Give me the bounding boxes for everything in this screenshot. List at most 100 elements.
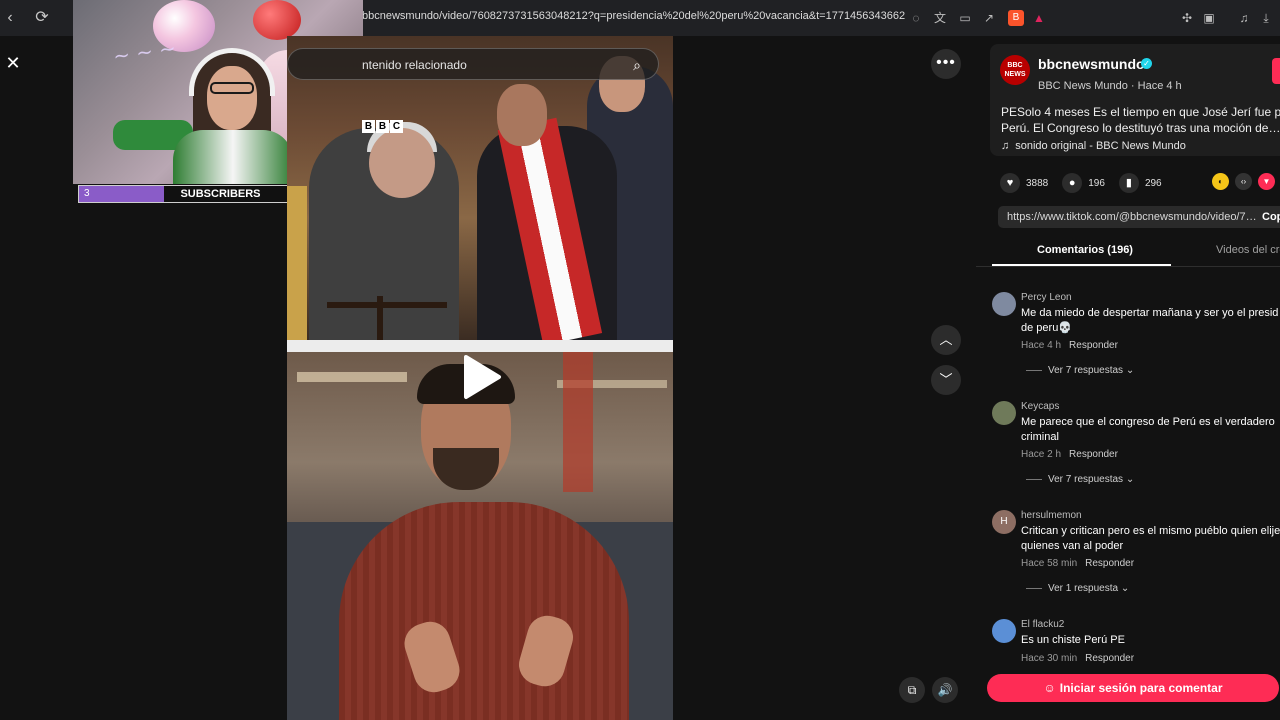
eye-slash-icon[interactable]: ◌ [908, 10, 924, 26]
cast-icon[interactable]: ▭ [957, 10, 973, 26]
description-line: Perú. El Congreso lo destituyó tras una … [1001, 121, 1280, 135]
replies-dash [1026, 587, 1042, 589]
chevron-down-icon[interactable]: ﹀ [931, 365, 961, 395]
comment-time: Hace 30 min [1021, 653, 1078, 664]
bookmark-icon[interactable]: ▮ [1118, 173, 1139, 193]
author-subline: BBC News Mundo · Hace 4 h [1038, 80, 1182, 92]
birthday-sign-decoration: ~ ~ ~ [111, 35, 178, 69]
avatar[interactable] [992, 292, 1016, 316]
share-arrow-icon[interactable]: ▼ [1258, 173, 1275, 190]
media-icon[interactable]: ♫ [1236, 10, 1252, 26]
address-bar[interactable]: bbcnewsmundo/video/7608273731563048212?q… [362, 10, 905, 22]
embed-icon[interactable]: ‹› [1235, 173, 1252, 190]
pip-icon[interactable]: ⧉ [899, 677, 925, 703]
brave-shield-icon[interactable]: B [1008, 10, 1024, 26]
chevron-down-icon: ⌄ [1125, 474, 1135, 485]
comment-time: Hace 4 h [1021, 340, 1062, 351]
share-link-url: https://www.tiktok.com/@bbcnewsmundo/vid… [1007, 211, 1257, 223]
extensions-icon[interactable]: ✣ [1179, 10, 1195, 26]
crucifix-post [377, 296, 383, 340]
video-current[interactable] [287, 352, 673, 720]
headset [189, 48, 275, 96]
tab-creator-videos[interactable]: Videos del cre [1216, 244, 1280, 256]
heart-icon[interactable]: ♥ [1000, 173, 1020, 193]
description-line: PESolo 4 meses Es el tiempo en que José … [1001, 105, 1280, 119]
more-options-icon[interactable]: ••• [931, 49, 961, 79]
downloads-icon[interactable]: ⤓ [1258, 10, 1274, 26]
view-replies-label: Ver 1 respuesta [1048, 583, 1119, 594]
presenter-shirt [339, 502, 629, 720]
view-replies-label: Ver 7 respuestas [1048, 474, 1124, 485]
reply-button[interactable]: Responder [1069, 449, 1118, 460]
comment-username[interactable]: Percy Leon [1021, 292, 1072, 303]
bbc-letter: B [362, 120, 375, 133]
reply-button[interactable]: Responder [1085, 653, 1134, 664]
avatar[interactable]: H [992, 510, 1016, 534]
reload-icon[interactable]: ⟳ [32, 8, 52, 28]
active-tab-indicator [992, 264, 1171, 266]
chevron-down-icon: ⌄ [1125, 365, 1135, 376]
copy-link-button[interactable]: Cop [1262, 211, 1280, 223]
follow-button[interactable] [1272, 58, 1280, 84]
share-icon[interactable]: ↗ [981, 10, 997, 26]
music-note-icon: ♫ [1001, 140, 1010, 152]
video-divider [287, 340, 673, 352]
share-link-box[interactable]: https://www.tiktok.com/@bbcnewsmundo/vid… [998, 206, 1280, 228]
username[interactable]: bbcnewsmundo [1038, 56, 1145, 72]
comment-username[interactable]: hersulmemon [1021, 510, 1082, 521]
sidebar-icon[interactable]: ▣ [1201, 10, 1217, 26]
sound-link[interactable]: ♫ sonido original - BBC News Mundo [1001, 140, 1186, 152]
comment-meta: Hace 58 min Responder [1021, 558, 1134, 569]
comment-bubble-icon: ☺ [1043, 681, 1056, 695]
gold-ornament [287, 186, 307, 340]
view-replies-label: Ver 7 respuestas [1048, 365, 1124, 376]
details-panel: BBC NEWS bbcnewsmundo ✓ BBC News Mundo ·… [976, 36, 1280, 720]
person-left-head [369, 128, 435, 198]
comment-meta: Hace 2 h Responder [1021, 449, 1118, 460]
comment-text: Critican y critican pero es el mismo pué… [1021, 525, 1280, 552]
back-icon[interactable]: ‹ [0, 8, 20, 28]
sound-label: sonido original - BBC News Mundo [1015, 140, 1186, 152]
share-whatsapp-icon[interactable]: ◐ [1212, 173, 1229, 190]
search-placeholder: ntenido relacionado [362, 58, 467, 72]
translate-icon[interactable]: 文 [932, 10, 948, 26]
saves-count: 296 [1144, 177, 1162, 189]
subscriber-current: 3 [84, 188, 90, 199]
avatar[interactable] [992, 619, 1016, 643]
replies-dash [1026, 478, 1042, 480]
reply-button[interactable]: Responder [1085, 558, 1134, 569]
search-icon[interactable]: ⌕ [628, 56, 646, 74]
view-replies-button[interactable]: Ver 7 respuestas ⌄ [1026, 365, 1134, 376]
presenter-beard [433, 448, 499, 490]
comment-text: Me parece que el congreso de Perú es el … [1021, 416, 1275, 443]
tabs-divider [976, 266, 1280, 267]
avatar[interactable] [992, 401, 1016, 425]
comment-icon[interactable]: ● [1062, 173, 1083, 193]
balloon-decoration [253, 0, 301, 40]
bbc-letter: B [376, 120, 389, 133]
reply-button[interactable]: Responder [1069, 340, 1118, 351]
avatar[interactable]: BBC NEWS [1000, 55, 1030, 85]
rewards-icon[interactable]: ▲ [1031, 10, 1047, 26]
chevron-up-icon[interactable]: ︿ [931, 325, 961, 355]
comment-username[interactable]: El flacku2 [1021, 619, 1064, 630]
crucifix-bar [327, 302, 447, 308]
tab-comments[interactable]: Comentarios (196) [1037, 244, 1133, 256]
login-to-comment-button[interactable]: ☺ Iniciar sesión para comentar [987, 674, 1279, 702]
video-previous[interactable]: ntenido relacionado ⌕ B B C [287, 36, 673, 340]
comment-text: Me da miedo de despertar mañana y ser yo… [1021, 307, 1279, 334]
post-info-card: BBC NEWS bbcnewsmundo ✓ BBC News Mundo ·… [990, 44, 1280, 156]
volume-icon[interactable]: 🔊 [932, 677, 958, 703]
post-description: PESolo 4 meses Es el tiempo en que José … [1001, 104, 1280, 136]
bbc-watermark: B B C [362, 120, 403, 133]
close-icon[interactable]: ✕ [2, 52, 24, 74]
streamer-shirt [173, 130, 293, 184]
login-label: Iniciar sesión para comentar [1059, 681, 1223, 695]
view-replies-button[interactable]: Ver 1 respuesta ⌄ [1026, 583, 1129, 594]
play-icon[interactable] [462, 354, 502, 400]
person-center-head [497, 84, 547, 146]
comment-username[interactable]: Keycaps [1021, 401, 1059, 412]
comments-count: 196 [1088, 177, 1105, 189]
related-content-search[interactable]: ntenido relacionado ⌕ [287, 48, 659, 80]
view-replies-button[interactable]: Ver 7 respuestas ⌄ [1026, 474, 1134, 485]
